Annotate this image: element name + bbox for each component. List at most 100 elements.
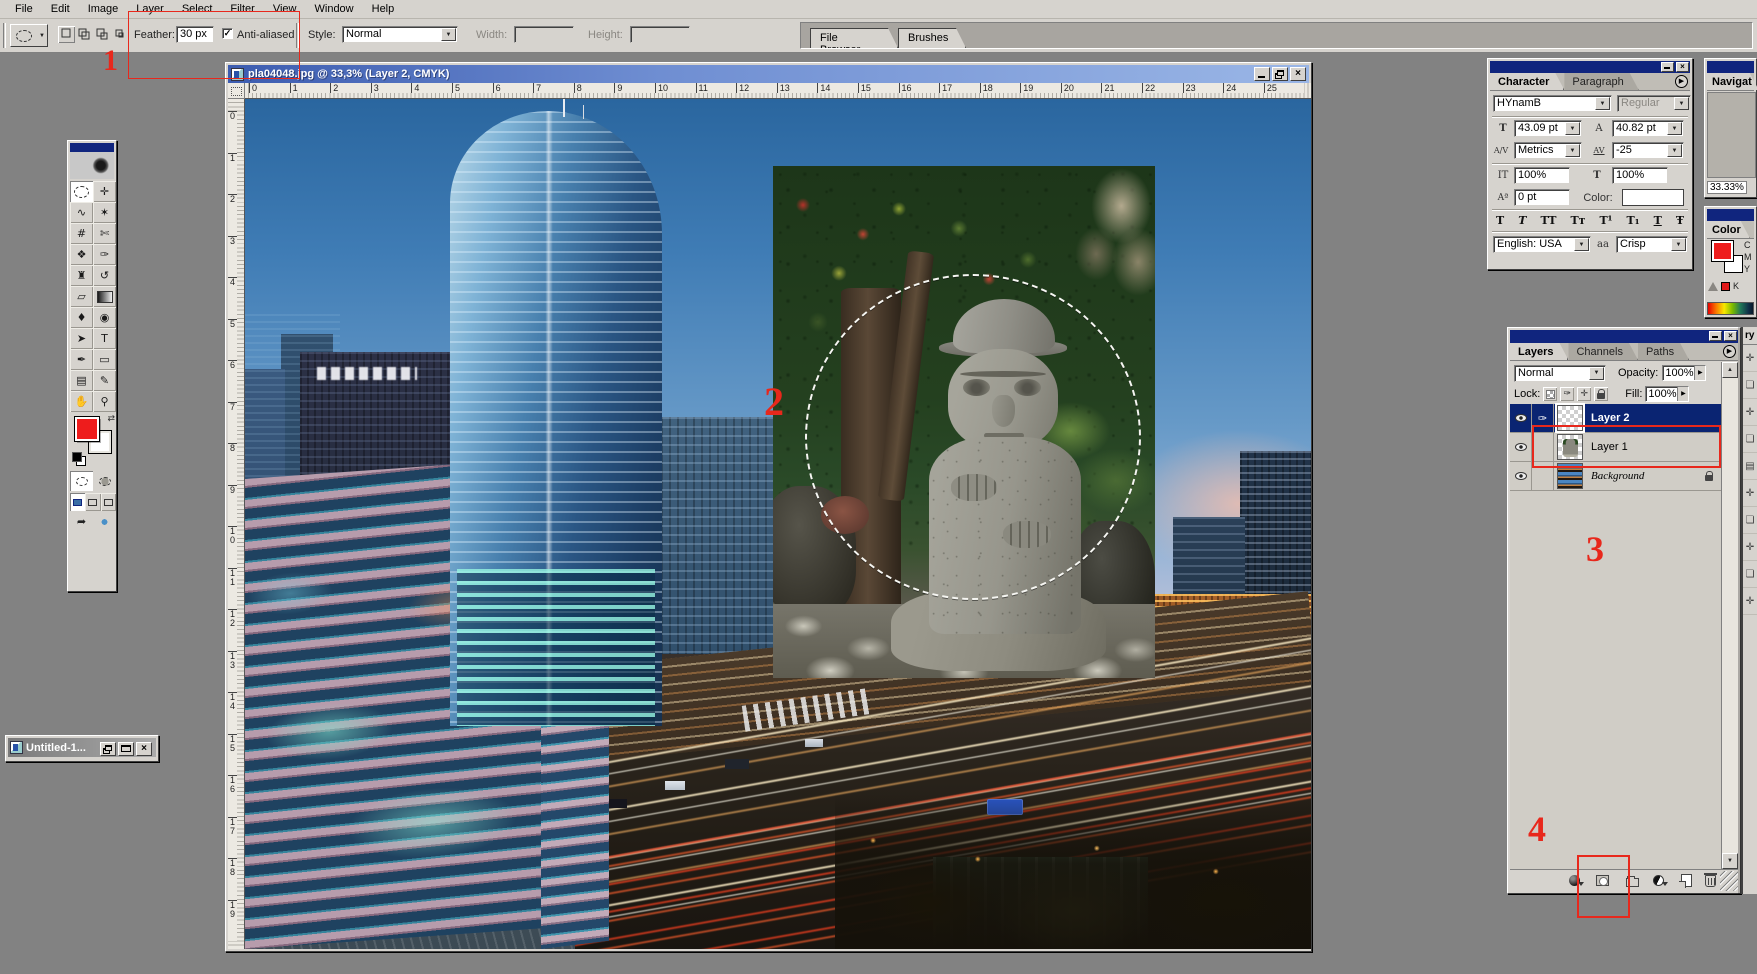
baseline-input[interactable]: 0 pt xyxy=(1514,189,1570,206)
menu-item-3[interactable]: Layer xyxy=(127,1,173,17)
tool-eraser[interactable]: ▱ xyxy=(70,286,93,307)
selection-subtract-button[interactable] xyxy=(94,26,111,43)
layers-scrollbar[interactable]: ▲ ▼ xyxy=(1721,362,1738,869)
vertical-scale-input[interactable]: 100% xyxy=(1514,167,1570,184)
tool-notes[interactable]: ▤ xyxy=(70,370,93,391)
font-family-dropdown[interactable]: HYnamB▼ xyxy=(1493,95,1612,112)
layer-row-background[interactable]: Background xyxy=(1510,462,1721,491)
link-cell[interactable] xyxy=(1532,462,1554,491)
h-ic-8[interactable]: ❏ xyxy=(1743,561,1757,588)
selection-add-button[interactable] xyxy=(76,26,93,43)
tool-hand[interactable]: ✋ xyxy=(70,391,93,412)
resize-grip[interactable] xyxy=(1720,871,1738,891)
tab-layers[interactable]: Layers xyxy=(1510,343,1568,360)
current-tool-dropdown[interactable]: ▼ xyxy=(10,24,48,47)
subscript-button[interactable]: T₁ xyxy=(1625,214,1642,227)
restore-button[interactable] xyxy=(1272,67,1288,81)
tool-magic-wand[interactable]: ✶ xyxy=(93,202,116,223)
palette-title-bar[interactable] xyxy=(1707,209,1754,221)
style-dropdown[interactable]: Normal ▼ xyxy=(342,26,458,43)
small-caps-button[interactable]: Tᴛ xyxy=(1568,214,1587,227)
minimize-button[interactable] xyxy=(1709,331,1722,341)
canvas-image[interactable]: 제일화재 xyxy=(245,99,1311,949)
tab-brushes[interactable]: Brushes xyxy=(898,28,966,48)
new-layer-set-button[interactable] xyxy=(1620,872,1644,890)
pasted-statue-layer[interactable] xyxy=(773,166,1155,678)
maximize-button[interactable] xyxy=(118,742,134,756)
tab-paths[interactable]: Paths xyxy=(1638,343,1689,360)
menu-item-7[interactable]: Window xyxy=(306,1,363,17)
menu-item-8[interactable]: Help xyxy=(363,1,404,17)
tool-blur[interactable]: ♦ xyxy=(70,307,93,328)
h-ic-9[interactable]: ✛ xyxy=(1743,588,1757,615)
quick-mask-button[interactable] xyxy=(93,471,116,491)
palette-menu-icon[interactable]: ▶ xyxy=(1723,345,1736,358)
chevron-down-icon[interactable]: ▼ xyxy=(1667,122,1682,135)
h-ic-2[interactable]: ✛ xyxy=(1743,399,1757,426)
elliptical-selection-marquee[interactable] xyxy=(805,274,1141,600)
tool-path-select[interactable]: ➤ xyxy=(70,328,93,349)
tab-channels[interactable]: Channels xyxy=(1568,343,1637,360)
close-button[interactable]: × xyxy=(1676,62,1689,72)
visibility-eye-icon[interactable] xyxy=(1510,433,1532,462)
tab-paragraph[interactable]: Paragraph xyxy=(1564,73,1638,90)
tool-eyedropper[interactable]: ✎ xyxy=(93,370,116,391)
tool-pen[interactable]: ✒ xyxy=(70,349,93,370)
layer-style-button[interactable] xyxy=(1562,872,1586,890)
link-cell[interactable] xyxy=(1532,433,1554,462)
blend-mode-dropdown[interactable]: Normal ▼ xyxy=(1514,365,1606,382)
h-ic-1[interactable]: ❏ xyxy=(1743,372,1757,399)
tool-type[interactable]: T xyxy=(93,328,116,349)
tool-move[interactable]: ✛ xyxy=(93,181,116,202)
menu-item-2[interactable]: Image xyxy=(79,1,128,17)
standard-mode-button[interactable] xyxy=(70,471,93,491)
close-button[interactable]: × xyxy=(1290,67,1306,81)
horizontal-scale-input[interactable]: 100% xyxy=(1612,167,1668,184)
close-button[interactable]: × xyxy=(1724,331,1737,341)
fill-input[interactable]: 100% ▶ xyxy=(1645,386,1689,402)
horizontal-ruler[interactable]: 0123456789101112131415161718192021222324… xyxy=(245,83,1311,99)
chevron-down-icon[interactable]: ▼ xyxy=(1565,144,1580,157)
anti-alias-dropdown[interactable]: Crisp▼ xyxy=(1616,236,1688,253)
chevron-down-icon[interactable]: ▼ xyxy=(1574,238,1589,251)
lock-transparency-button[interactable] xyxy=(1543,387,1557,401)
underline-button[interactable]: T xyxy=(1652,214,1664,227)
fullscreen-menu-button[interactable] xyxy=(85,493,100,511)
h-ic-0[interactable]: ✛ xyxy=(1743,345,1757,372)
bold-button[interactable]: T xyxy=(1494,214,1506,227)
vertical-ruler[interactable]: 012345678910111213141516171819 xyxy=(228,99,245,949)
scroll-down-icon[interactable]: ▼ xyxy=(1722,853,1738,869)
gamut-warning-icon[interactable] xyxy=(1708,282,1718,291)
tab-history-partial[interactable]: ry xyxy=(1743,327,1757,345)
opacity-input[interactable]: 100% ▶ xyxy=(1662,365,1706,381)
tool-crop[interactable]: # xyxy=(70,223,93,244)
layer-name[interactable]: Background xyxy=(1591,470,1644,482)
kerning-input[interactable]: Metrics▼ xyxy=(1514,142,1582,159)
tab-navigator[interactable]: Navigat xyxy=(1707,73,1757,90)
restore-button[interactable] xyxy=(100,742,116,756)
gamut-color-chip[interactable] xyxy=(1721,282,1730,291)
tab-color[interactable]: Color xyxy=(1707,221,1750,238)
palette-title-bar[interactable]: × xyxy=(1490,61,1690,73)
swap-colors-icon[interactable]: ⇄ xyxy=(107,414,115,424)
spinner-icon[interactable]: ▶ xyxy=(1694,366,1705,380)
layer-thumbnail[interactable] xyxy=(1557,434,1583,460)
font-style-dropdown[interactable]: Regular▼ xyxy=(1617,95,1691,112)
h-ic-6[interactable]: ❏ xyxy=(1743,507,1757,534)
h-ic-3[interactable]: ❏ xyxy=(1743,426,1757,453)
selection-new-button[interactable] xyxy=(58,26,75,43)
tool-brush[interactable]: ✑ xyxy=(93,244,116,265)
tool-healing-brush[interactable]: ❖ xyxy=(70,244,93,265)
palette-title-bar[interactable]: × xyxy=(1510,330,1738,343)
language-dropdown[interactable]: English: USA▼ xyxy=(1493,236,1591,253)
tool-slice[interactable]: ✄ xyxy=(93,223,116,244)
selection-intersect-button[interactable] xyxy=(112,26,129,43)
ruler-origin[interactable] xyxy=(228,83,245,99)
feather-input[interactable]: 30 px xyxy=(176,26,214,43)
palette-title-bar[interactable] xyxy=(1707,61,1754,73)
chevron-down-icon[interactable]: ▼ xyxy=(1589,367,1604,380)
jump-to-imageready[interactable]: ➦ xyxy=(70,513,116,531)
paint-indicator-icon[interactable]: ✑ xyxy=(1532,404,1554,433)
chevron-down-icon[interactable]: ▼ xyxy=(1565,122,1580,135)
width-input[interactable] xyxy=(514,26,574,43)
